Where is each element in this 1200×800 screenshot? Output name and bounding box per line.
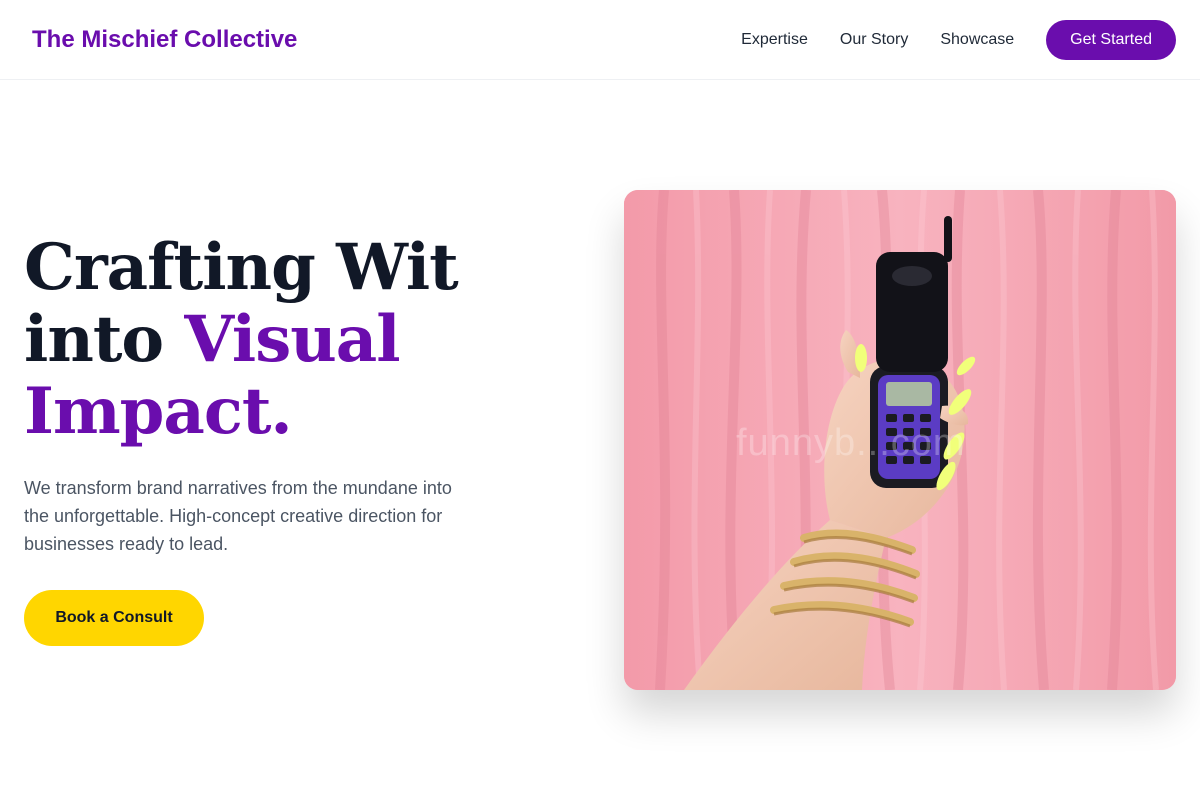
hero-title-line-2: into bbox=[24, 302, 185, 377]
site-header: The Mischief Collective Expertise Our St… bbox=[0, 0, 1200, 80]
hero-subtitle: We transform brand narratives from the m… bbox=[24, 478, 452, 554]
image-watermark: funnyb...com bbox=[736, 422, 966, 464]
brand-logo[interactable]: The Mischief Collective bbox=[32, 24, 297, 56]
hero-title-accent-visual: Visual bbox=[184, 302, 400, 377]
nav-link-expertise[interactable]: Expertise bbox=[741, 20, 808, 60]
book-consult-button[interactable]: Book a Consult bbox=[24, 590, 204, 646]
get-started-button[interactable]: Get Started bbox=[1046, 20, 1176, 60]
hero-image: funnyb...com bbox=[624, 190, 1176, 690]
hero-title-line-1: Crafting Wit bbox=[24, 230, 459, 305]
main-nav: Expertise Our Story Showcase Get Started bbox=[741, 20, 1176, 60]
hero-title: Crafting Wit into Visual Impact. bbox=[24, 232, 544, 448]
hero-title-accent-impact: Impact. bbox=[24, 374, 293, 449]
nav-link-our-story[interactable]: Our Story bbox=[840, 20, 908, 60]
nav-link-showcase[interactable]: Showcase bbox=[940, 20, 1014, 60]
